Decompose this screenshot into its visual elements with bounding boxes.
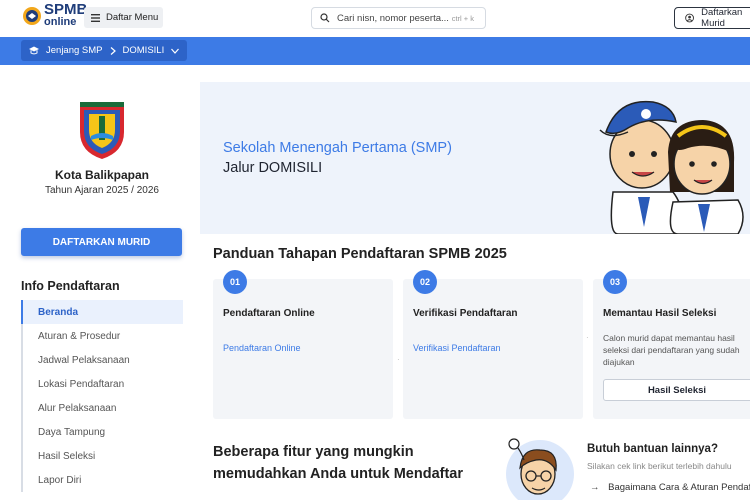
step-description-3: Calon murid dapat memantau hasil seleksi… [603, 333, 740, 367]
sidebar-item-alur[interactable]: Alur Pelaksanaan [21, 396, 183, 420]
menu-button[interactable]: Daftar Menu [84, 7, 163, 28]
sidebar-item-lokasi[interactable]: Lokasi Pendaftaran [21, 372, 183, 396]
sidebar-item-beranda[interactable]: Beranda [21, 300, 183, 324]
step-link-2[interactable]: Verifikasi Pendaftaran [413, 343, 501, 353]
features-heading: Beberapa fitur yang mungkin memudahkan A… [213, 444, 464, 482]
chevron-down-icon [171, 48, 180, 54]
breadcrumb-path[interactable]: DOMISILI [123, 45, 165, 56]
school-icon [29, 46, 39, 55]
step-title-2: Verifikasi Pendaftaran [413, 308, 518, 319]
register-student-button[interactable]: DAFTARKAN MURID [21, 228, 182, 256]
sidebar-item-hasil-seleksi[interactable]: Hasil Seleksi [21, 444, 183, 468]
selection-results-button[interactable]: Hasil Seleksi [603, 379, 750, 401]
step-number-2: 02 [413, 270, 437, 294]
step-number-1: 01 [223, 270, 247, 294]
breadcrumb-level[interactable]: Jenjang SMP [46, 45, 103, 56]
user-icon [685, 13, 694, 23]
academic-year: Tahun Ajaran 2025 / 2026 [45, 185, 159, 196]
balikpapan-emblem-icon [80, 102, 124, 159]
menu-label: Daftar Menu [106, 12, 159, 23]
sidebar-item-daya-tampung[interactable]: Daya Tampung [21, 420, 183, 444]
help-link-label: Bagaimana Cara & Aturan Pendaftaran [608, 482, 750, 493]
spmb-logo-icon [23, 7, 41, 25]
breadcrumb[interactable]: Jenjang SMP DOMISILI [21, 40, 188, 61]
hero-school-level: Sekolah Menengah Pertama (SMP) [223, 140, 452, 156]
hamburger-icon [91, 13, 100, 22]
info-heading: Info Pendaftaran [21, 279, 120, 293]
sidebar-nav: Beranda Aturan & Prosedur Jadwal Pelaksa… [21, 300, 183, 492]
help-subtitle: Silakan cek link berikut terlebih dahulu [587, 461, 732, 471]
sidebar-item-aturan[interactable]: Aturan & Prosedur [21, 324, 183, 348]
search-shortcut: ctrl + k [451, 13, 474, 23]
arrow-right-icon: → [590, 482, 600, 493]
help-heading: Butuh bantuan lainnya? [587, 443, 718, 455]
step-link-1[interactable]: Pendaftaran Online [223, 343, 301, 353]
sidebar-item-lapor-diri[interactable]: Lapor Diri [21, 468, 183, 492]
search-input[interactable]: Cari nisn, nomor peserta... ctrl + k [311, 7, 486, 29]
search-placeholder: Cari nisn, nomor peserta... [337, 12, 449, 24]
step-connector-dot: · [397, 355, 400, 364]
register-top-button[interactable]: Daftarkan Murid [674, 7, 750, 29]
step-connector-dot: · [586, 333, 589, 342]
step-title-3: Memantau Hasil Seleksi [603, 308, 717, 319]
spmb-logo[interactable]: SPMB online [22, 1, 88, 28]
students-illustration [599, 100, 744, 234]
logo-text: SPMB online [44, 1, 88, 28]
step-number-3: 03 [603, 270, 627, 294]
helper-illustration [506, 438, 574, 500]
hero-track: Jalur DOMISILI [223, 160, 323, 176]
chevron-right-icon [110, 46, 116, 55]
guide-heading: Panduan Tahapan Pendaftaran SPMB 2025 [213, 246, 507, 262]
register-top-label: Daftarkan Murid [701, 7, 743, 29]
search-icon [320, 13, 330, 23]
step-title-1: Pendaftaran Online [223, 308, 315, 319]
city-name: Kota Balikpapan [54, 168, 150, 182]
help-link[interactable]: → Bagaimana Cara & Aturan Pendaftaran [590, 482, 750, 493]
sidebar-item-jadwal[interactable]: Jadwal Pelaksanaan [21, 348, 183, 372]
